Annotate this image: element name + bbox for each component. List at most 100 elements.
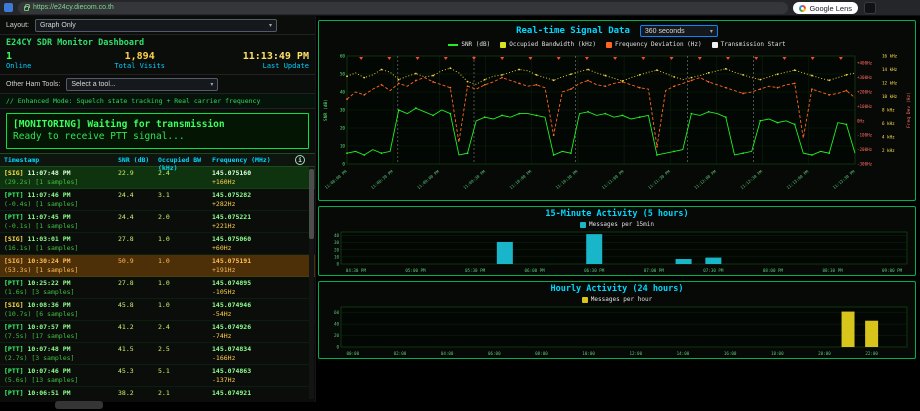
signal-log-table: Timestamp SNR (dB) Occupied BW (kHz) Fre… [0, 153, 315, 399]
sidebar: Layout: Graph Only ▾ E24CY SDR Monitor D… [0, 16, 316, 402]
tools-select[interactable]: Select a tool... ▾ [66, 78, 218, 91]
legend-freq-deviation: Frequency Deviation (Hz) [606, 41, 702, 48]
enhanced-mode-banner: // Enhanced Mode: Squelch state tracking… [0, 94, 315, 109]
stat-total-visits: 1,894 Total Visits [75, 51, 204, 70]
svg-text:10:00: 10:00 [582, 351, 595, 356]
table-body: [SIG] 11:07:48 PM(29.2s) [1 samples]22.9… [0, 167, 315, 399]
svg-text:4 kHz: 4 kHz [882, 135, 895, 140]
extension-icon[interactable] [864, 2, 876, 14]
svg-text:14:00: 14:00 [677, 351, 690, 356]
table-header-row: Timestamp SNR (dB) Occupied BW (kHz) Fre… [0, 154, 315, 167]
timeframe-select[interactable]: 360 seconds ▾ [640, 25, 718, 37]
activity-hourly-panel: Hourly Activity (24 hours) Messages per … [318, 281, 916, 359]
messages-hour-swatch [582, 297, 588, 303]
table-row: [PTT] 10:25:22 PM(1.6s) [3 samples]27.81… [0, 277, 315, 299]
cell-frequency: 145.074921-79Hz [212, 389, 296, 399]
layout-select[interactable]: Graph Only ▾ [35, 19, 277, 32]
svg-text:50: 50 [340, 72, 346, 78]
svg-text:30: 30 [340, 108, 346, 114]
svg-text:+200Hz: +200Hz [857, 90, 873, 95]
svg-text:07:30 PM: 07:30 PM [703, 268, 724, 273]
cell-timestamp: [PTT] 10:06:51 PM(0.9s) [2 samples] [4, 389, 116, 399]
chevron-down-icon: ▾ [210, 81, 213, 88]
svg-text:0Hz: 0Hz [857, 118, 865, 123]
svg-text:+100Hz: +100Hz [857, 104, 873, 109]
bar [705, 258, 721, 264]
cell-frequency: 145.075160+160Hz [212, 169, 296, 186]
scrollbar-thumb[interactable] [309, 169, 314, 239]
cell-timestamp: [PTT] 10:07:48 PM(2.7s) [3 samples] [4, 345, 116, 362]
svg-text:04:00: 04:00 [441, 351, 454, 356]
svg-text:14 kHz: 14 kHz [882, 67, 898, 72]
svg-text:60: 60 [334, 310, 340, 315]
url-text[interactable]: https://e24cy.diecom.co.th [33, 2, 114, 14]
cell-timestamp: [SIG] 10:08:36 PM(10.7s) [6 samples] [4, 301, 116, 318]
svg-text:11:09:30 PM: 11:09:30 PM [462, 169, 486, 190]
svg-text:16 kHz: 16 kHz [882, 54, 898, 59]
bandwidth-swatch [500, 42, 506, 48]
cell-frequency: 145.074926-74Hz [212, 323, 296, 340]
activity-hourly-title: Hourly Activity (24 hours) [321, 283, 913, 295]
transmission-start-swatch [712, 42, 718, 48]
cell-timestamp: [PTT] 10:07:57 PM(7.5s) [17 samples] [4, 323, 116, 340]
svg-text:2 kHz: 2 kHz [882, 148, 895, 153]
svg-text:40: 40 [334, 322, 340, 327]
realtime-signal-panel: Real-time Signal Data 360 seconds ▾ SNR … [318, 20, 916, 201]
cell-timestamp: [PTT] 10:25:22 PM(1.6s) [3 samples] [4, 279, 116, 296]
table-row: [PTT] 10:07:46 PM(5.6s) [13 samples]45.3… [0, 365, 315, 387]
svg-text:0: 0 [336, 345, 339, 350]
svg-text:11:09:00 PM: 11:09:00 PM [416, 169, 440, 190]
table-scrollbar[interactable] [309, 167, 314, 399]
cell-frequency: 145.075282+282Hz [212, 191, 296, 208]
monitoring-line: [MONITORING] Waiting for transmission [13, 119, 302, 131]
cell-snr: 45.3 [118, 367, 156, 384]
svg-text:8 kHz: 8 kHz [882, 108, 895, 113]
address-bar[interactable]: https://e24cy.diecom.co.th [18, 2, 788, 14]
tools-label: Other Ham Tools: [6, 81, 60, 88]
svg-text:+400Hz: +400Hz [857, 61, 873, 66]
svg-text:30: 30 [334, 240, 340, 245]
cell-snr: 27.8 [118, 235, 156, 252]
cell-snr: 24.4 [118, 191, 156, 208]
legend-snr: SNR (dB) [448, 41, 490, 48]
cell-frequency: 145.075221+221Hz [212, 213, 296, 230]
svg-text:0: 0 [342, 162, 345, 168]
bar [586, 234, 602, 264]
svg-text:22:00: 22:00 [865, 351, 878, 356]
snr-line-swatch [448, 44, 458, 46]
cell-timestamp: [PTT] 11:07:46 PM(-0.4s) [1 samples] [4, 191, 116, 208]
ssl-lock-icon [24, 6, 29, 11]
online-label: Online [6, 62, 75, 70]
svg-text:SNR (dB): SNR (dB) [323, 99, 329, 121]
svg-text:06:30 PM: 06:30 PM [584, 268, 605, 273]
cell-timestamp: [SIG] 11:07:48 PM(29.2s) [1 samples] [4, 169, 116, 186]
total-visits-label: Total Visits [75, 62, 204, 70]
table-row: [PTT] 10:07:57 PM(7.5s) [17 samples]41.2… [0, 321, 315, 343]
svg-text:11:13:00 PM: 11:13:00 PM [785, 169, 809, 190]
google-lens-button[interactable]: Google Lens [793, 2, 858, 14]
table-row: [PTT] 10:06:51 PM(0.9s) [2 samples]38.22… [0, 387, 315, 399]
tools-row: Other Ham Tools: Select a tool... ▾ [0, 75, 315, 94]
legend-transmission-start: Transmission Start [712, 41, 786, 48]
stat-online: 1 Online [6, 51, 75, 70]
cell-snr: 38.2 [118, 389, 156, 399]
cell-bw: 3.1 [158, 191, 210, 208]
svg-text:-300Hz: -300Hz [857, 162, 873, 167]
cell-frequency: 145.075191+191Hz [212, 257, 296, 274]
svg-text:05:00 PM: 05:00 PM [405, 268, 426, 273]
cell-bw: 1.0 [158, 279, 210, 296]
svg-text:11:11:30 PM: 11:11:30 PM [647, 169, 671, 190]
bar [497, 242, 513, 264]
svg-text:-100Hz: -100Hz [857, 133, 873, 138]
tab-favicon-icon[interactable] [4, 3, 13, 12]
svg-text:10: 10 [334, 254, 340, 259]
svg-text:12:00: 12:00 [629, 351, 642, 356]
monitoring-subline: Ready to receive PTT signal... [13, 131, 302, 143]
legend-messages-hour: Messages per hour [582, 296, 652, 303]
browser-status-bubble [55, 401, 103, 409]
info-icon[interactable]: i [295, 155, 305, 165]
svg-text:11:10:00 PM: 11:10:00 PM [508, 169, 532, 190]
svg-text:20: 20 [334, 333, 340, 338]
signal-legend: SNR (dB) Occupied Bandwidth (kHz) Freque… [321, 39, 913, 50]
stat-last-update: 11:13:49 PM Last Update [204, 51, 309, 70]
